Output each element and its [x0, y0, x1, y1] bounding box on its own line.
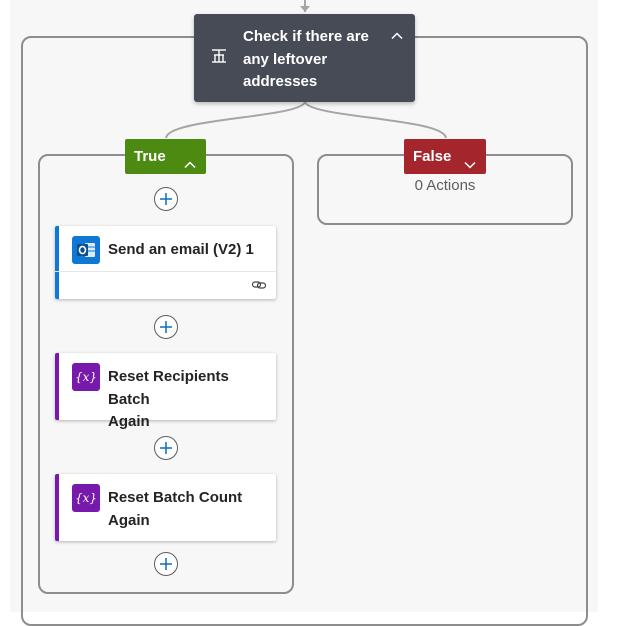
chevron-up-icon[interactable]	[390, 29, 404, 43]
action-title: Reset Batch Count Again	[108, 489, 243, 529]
variable-icon: {x}	[72, 484, 100, 512]
action-title: Reset Recipients Batch Again	[108, 368, 229, 430]
chevron-up-icon[interactable]	[183, 150, 197, 169]
false-branch-empty-text: 0 Actions	[414, 177, 476, 194]
action-title: Send an email (V2) 1	[108, 241, 254, 258]
add-action-button[interactable]	[154, 436, 178, 460]
true-branch-header[interactable]: True	[125, 139, 206, 174]
condition-title: Check if there are any leftover addresse…	[243, 28, 369, 90]
plus-icon	[160, 558, 172, 570]
plus-icon	[160, 321, 172, 333]
true-branch-label: True	[134, 148, 166, 165]
condition-icon	[210, 47, 228, 65]
plus-icon	[160, 442, 172, 454]
action-accent-bar	[55, 474, 59, 541]
action-card-reset-recipients-batch[interactable]: {x} Reset Recipients Batch Again	[55, 353, 276, 430]
add-action-button[interactable]	[154, 187, 178, 211]
action-accent-bar	[55, 353, 59, 420]
condition-card[interactable]: Check if there are any leftover addresse…	[194, 14, 415, 102]
false-branch-label: False	[413, 148, 452, 165]
plus-icon	[160, 193, 172, 205]
action-card-reset-batch-count[interactable]: {x} Reset Batch Count Again	[55, 474, 276, 541]
false-branch-header[interactable]: False	[404, 139, 486, 174]
add-action-button[interactable]	[154, 552, 178, 576]
action-accent-bar	[55, 226, 59, 299]
action-card-divider	[55, 271, 276, 272]
action-card-send-email[interactable]: Send an email (V2) 1	[55, 226, 276, 299]
add-action-button[interactable]	[154, 315, 178, 339]
variable-icon: {x}	[72, 363, 100, 391]
link-icon[interactable]	[251, 277, 267, 293]
chevron-down-icon[interactable]	[463, 150, 477, 169]
outlook-icon	[72, 236, 100, 264]
